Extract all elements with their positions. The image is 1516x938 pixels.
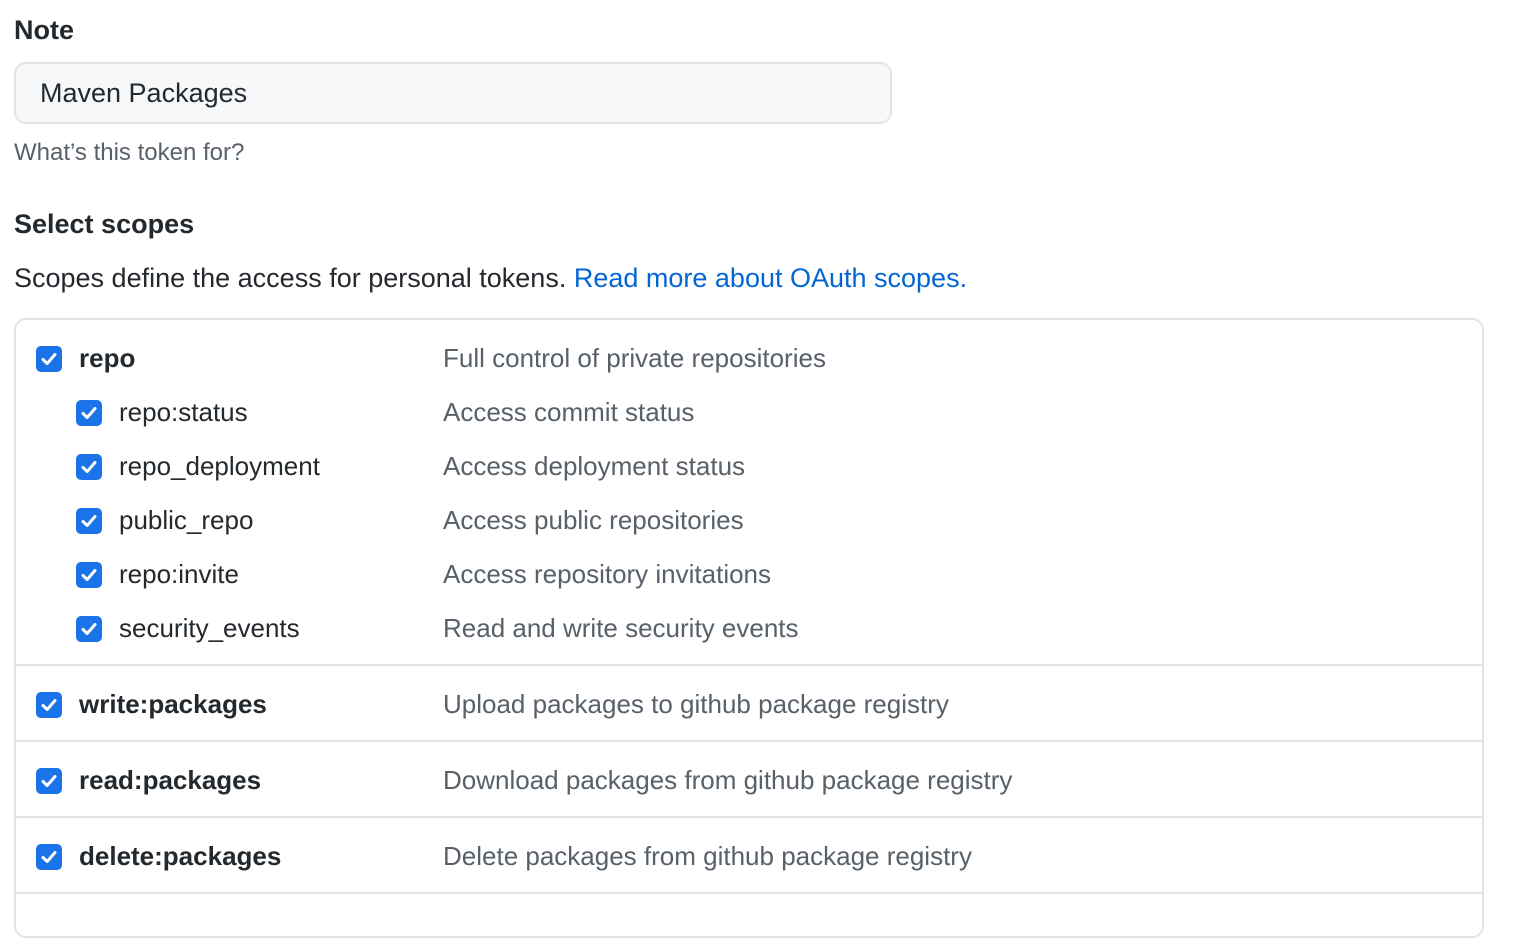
- oauth-scopes-link[interactable]: Read more about OAuth scopes.: [574, 263, 967, 293]
- checkmark-icon: [81, 407, 97, 419]
- scope-description: Full control of private repositories: [443, 343, 826, 373]
- checkmark-icon: [81, 461, 97, 473]
- scope-description: Access repository invitations: [443, 559, 772, 589]
- scope-name: repo: [79, 343, 136, 373]
- scope-divider: [16, 816, 1482, 818]
- scope-row-repo: repo Full control of private repositorie…: [0, 338, 1516, 378]
- checkmark-icon: [41, 775, 57, 787]
- checkmark-icon: [81, 515, 97, 527]
- scope-name: write:packages: [79, 689, 267, 719]
- read-packages-checkbox[interactable]: [36, 768, 62, 794]
- scope-description: Access deployment status: [443, 451, 746, 481]
- scope-row-security-events: security_events Read and write security …: [0, 608, 1516, 648]
- scope-description: Read and write security events: [443, 613, 799, 643]
- scope-divider: [16, 892, 1482, 894]
- scope-name: read:packages: [79, 765, 262, 795]
- repo-checkbox[interactable]: [36, 346, 62, 372]
- scope-row-repo-status: repo:status Access commit status: [0, 392, 1516, 432]
- repo-status-checkbox[interactable]: [76, 400, 102, 426]
- scope-name: delete:packages: [79, 841, 282, 871]
- repo-deployment-checkbox[interactable]: [76, 454, 102, 480]
- note-input[interactable]: [14, 62, 892, 124]
- scope-description: Delete packages from github package regi…: [443, 841, 972, 871]
- scope-row-repo-deployment: repo_deployment Access deployment status: [0, 446, 1516, 486]
- security-events-checkbox[interactable]: [76, 616, 102, 642]
- checkmark-icon: [81, 623, 97, 635]
- write-packages-checkbox[interactable]: [36, 692, 62, 718]
- checkmark-icon: [81, 569, 97, 581]
- checkmark-icon: [41, 851, 57, 863]
- scope-name: repo:invite: [119, 559, 239, 589]
- scope-row-public-repo: public_repo Access public repositories: [0, 500, 1516, 540]
- public-repo-checkbox[interactable]: [76, 508, 102, 534]
- note-label: Note: [14, 15, 74, 45]
- scope-row-repo-invite: repo:invite Access repository invitation…: [0, 554, 1516, 594]
- scope-description: Download packages from github package re…: [443, 765, 1013, 795]
- checkmark-icon: [41, 699, 57, 711]
- repo-invite-checkbox[interactable]: [76, 562, 102, 588]
- scope-description: Access commit status: [443, 397, 695, 427]
- scope-description: Access public repositories: [443, 505, 744, 535]
- scope-description: Upload packages to github package regist…: [443, 689, 949, 719]
- checkmark-icon: [41, 353, 57, 365]
- scope-row-write-packages: write:packages Upload packages to github…: [0, 684, 1516, 724]
- scopes-description-text: Scopes define the access for personal to…: [14, 263, 567, 293]
- scope-row-read-packages: read:packages Download packages from git…: [0, 760, 1516, 800]
- delete-packages-checkbox[interactable]: [36, 844, 62, 870]
- scope-row-delete-packages: delete:packages Delete packages from git…: [0, 836, 1516, 876]
- scopes-heading: Select scopes: [14, 209, 195, 239]
- scopes-description: Scopes define the access for personal to…: [14, 260, 967, 296]
- note-hint: What’s this token for?: [14, 139, 245, 166]
- scope-name: security_events: [119, 613, 300, 643]
- scope-name: repo:status: [119, 397, 248, 427]
- scope-divider: [16, 664, 1482, 666]
- scope-name: public_repo: [119, 505, 254, 535]
- scope-name: repo_deployment: [119, 451, 320, 481]
- scope-divider: [16, 740, 1482, 742]
